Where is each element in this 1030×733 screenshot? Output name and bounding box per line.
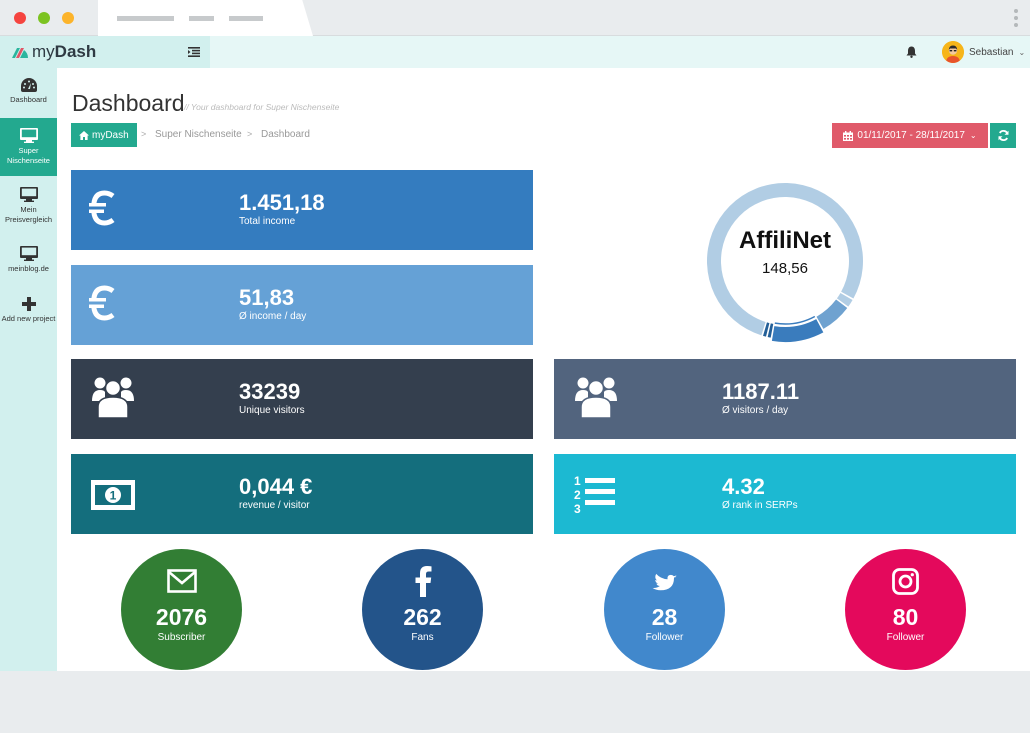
breadcrumb-item: Dashboard <box>261 129 310 140</box>
stat-label: Ø rank in SERPs <box>722 500 798 511</box>
social-instagram[interactable]: 80 Follower <box>845 549 966 670</box>
social-label: Follower <box>645 632 684 643</box>
home-icon <box>79 130 89 140</box>
ordered-list-icon: 1 2 3 <box>574 474 615 516</box>
sidebar-item-label: meinblog.de <box>8 264 49 273</box>
instagram-icon <box>892 568 919 595</box>
stat-label: revenue / visitor <box>239 500 310 511</box>
window-close-button[interactable] <box>14 12 26 24</box>
page-subtitle: // Your dashboard for Super Nischenseite <box>184 102 340 112</box>
sidebar-item-mein-preisvergleich[interactable]: Mein Preisvergleich <box>0 187 57 231</box>
sidebar-item-label: Add new project <box>1 314 56 323</box>
tab-placeholder-bar <box>229 16 263 21</box>
breadcrumb-home-label: myDash <box>92 129 129 141</box>
main-content: Dashboard // Your dashboard for Super Ni… <box>57 68 1030 671</box>
social-label: Follower <box>886 632 925 643</box>
bell-icon[interactable] <box>906 46 917 58</box>
browser-chrome <box>0 0 1030 36</box>
sidebar-item-label: Mein Preisvergleich <box>4 205 53 224</box>
sidebar-item-label: Dashboard <box>10 95 47 104</box>
svg-text:1: 1 <box>574 474 581 488</box>
browser-menu-icon[interactable] <box>1014 9 1018 30</box>
social-twitter[interactable]: 28 Follower <box>604 549 725 670</box>
social-count: 80 <box>892 604 919 630</box>
stat-value: 0,044 € <box>239 474 313 499</box>
euro-icon <box>89 190 115 226</box>
stat-card-total-income: 1.451,18 Total income <box>71 170 533 250</box>
top-navbar: myDash Sebastian ⌄ <box>0 36 1030 68</box>
svg-text:2: 2 <box>574 488 581 502</box>
stat-label: Unique visitors <box>239 405 305 416</box>
breadcrumb-separator: > <box>141 129 147 139</box>
stat-value: 4.32 <box>722 474 765 499</box>
euro-icon <box>89 285 115 321</box>
logo-icon <box>12 48 28 58</box>
stat-label: Ø income / day <box>239 311 307 322</box>
donut-value: 148,56 <box>762 260 808 277</box>
social-label: Fans <box>411 632 434 643</box>
monitor-icon <box>19 128 38 143</box>
avatar <box>942 41 964 63</box>
stat-card-income-per-day: 51,83 Ø income / day <box>71 265 533 345</box>
stat-value: 51,83 <box>239 285 295 310</box>
stat-value: 33239 <box>239 379 301 404</box>
refresh-icon <box>998 130 1008 141</box>
stat-value: 1187.11 <box>722 379 800 404</box>
refresh-button[interactable] <box>990 123 1016 148</box>
users-icon <box>575 377 617 419</box>
sidebar-item-add-new-project[interactable]: Add new project <box>0 297 57 341</box>
social-newsletter[interactable]: 2076 Subscriber <box>121 549 242 670</box>
tab-placeholder-bar <box>189 16 214 21</box>
social-facebook[interactable]: 262 Fans <box>362 549 483 670</box>
breadcrumb-home[interactable]: myDash <box>71 123 137 147</box>
breadcrumb-item[interactable]: Super Nischenseite <box>155 129 242 140</box>
sidebar-item-meinblog[interactable]: meinblog.de <box>0 246 57 280</box>
social-count: 262 <box>403 604 442 630</box>
social-count: 28 <box>651 604 678 630</box>
sidebar: Dashboard Super Nischenseite Mein Preisv… <box>0 68 57 671</box>
chevron-down-icon: ⌄ <box>969 131 977 140</box>
user-menu[interactable]: Sebastian ⌄ <box>942 41 1025 63</box>
users-icon <box>92 377 134 419</box>
breadcrumb-separator: > <box>247 129 253 139</box>
tab-placeholder-bar <box>117 16 174 21</box>
monitor-icon <box>19 246 38 261</box>
brand-name: myDash <box>32 42 97 61</box>
chevron-down-icon: ⌄ <box>1018 47 1026 57</box>
browser-tab[interactable] <box>98 0 313 36</box>
monitor-icon <box>19 187 38 202</box>
plus-icon <box>21 297 36 311</box>
menu-toggle-icon[interactable] <box>188 47 200 57</box>
dashboard-gauge-icon <box>20 78 37 92</box>
facebook-icon <box>415 566 431 597</box>
social-label: Subscriber <box>157 632 206 643</box>
social-count: 2076 <box>155 604 208 630</box>
twitter-icon <box>651 573 677 591</box>
user-name: Sebastian <box>969 46 1014 58</box>
svg-text:3: 3 <box>574 502 581 516</box>
sidebar-item-super-nischenseite[interactable]: Super Nischenseite <box>0 118 57 176</box>
donut-segment[interactable] <box>816 299 848 329</box>
brand[interactable]: myDash <box>0 36 210 68</box>
donut-title: AffiliNet <box>739 227 831 254</box>
svg-text:1: 1 <box>110 489 117 503</box>
stat-card-revenue-per-visitor: 1 0,044 € revenue / visitor <box>71 454 533 534</box>
envelope-icon <box>166 569 197 593</box>
stat-card-visitors-per-day: 1187.11 Ø visitors / day <box>554 359 1016 439</box>
date-range-value: 01/11/2017 - 28/11/2017 <box>857 130 965 141</box>
date-range-picker[interactable]: 01/11/2017 - 28/11/2017 ⌄ <box>832 123 988 148</box>
page-title: Dashboard <box>72 90 185 116</box>
stat-card-rank-in-serps: 1 2 3 4.32 Ø rank in SERPs <box>554 454 1016 534</box>
sidebar-item-label: Super Nischenseite <box>7 146 50 165</box>
stat-card-unique-visitors: 33239 Unique visitors <box>71 359 533 439</box>
stat-value: 1.451,18 <box>239 190 325 215</box>
donut-chart: AffiliNet 148,56 <box>702 178 868 344</box>
stat-label: Total income <box>239 216 296 227</box>
sidebar-item-dashboard[interactable]: Dashboard <box>0 78 57 118</box>
money-bill-icon: 1 <box>91 480 135 510</box>
window-minimize-button[interactable] <box>38 12 50 24</box>
stat-label: Ø visitors / day <box>722 405 789 416</box>
window-maximize-button[interactable] <box>62 12 74 24</box>
calendar-icon <box>843 130 854 141</box>
